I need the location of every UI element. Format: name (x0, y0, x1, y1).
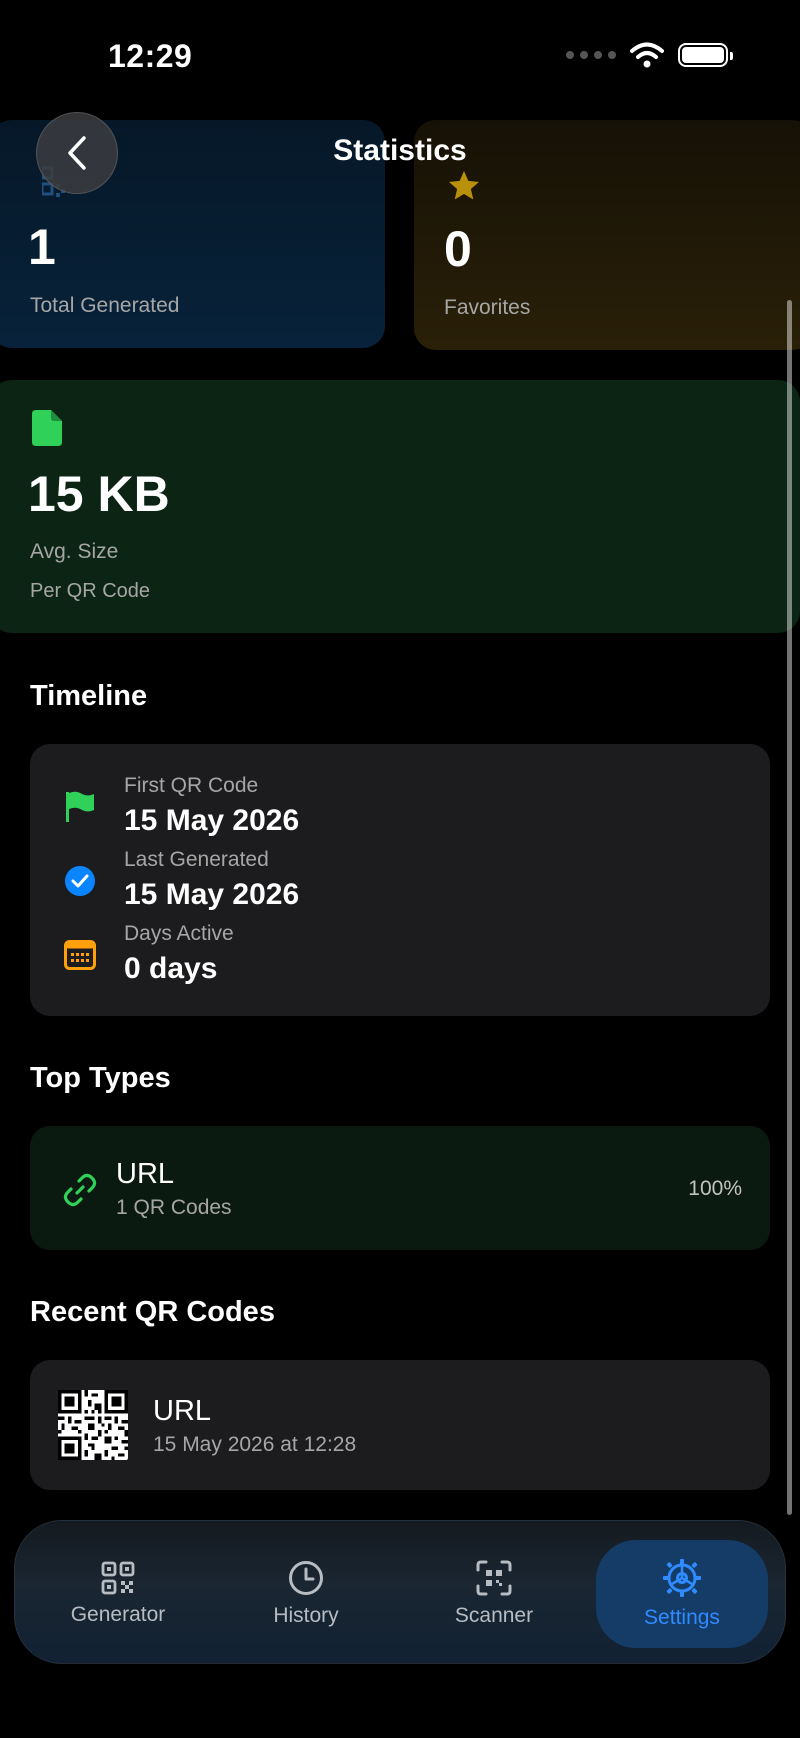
checkmark-circle-icon (65, 866, 95, 896)
timeline-value: 15 May 2026 (124, 804, 300, 837)
timeline-label: Days Active (124, 922, 234, 945)
wifi-icon (630, 42, 664, 68)
flag-icon (66, 791, 94, 822)
page-title: Statistics (333, 134, 467, 167)
favorites-label: Favorites (444, 296, 531, 319)
top-types-section-title: Top Types (30, 1062, 171, 1094)
favorites-value: 0 (444, 221, 472, 277)
tab-label: Generator (70, 1603, 166, 1626)
type-count: 1 QR Codes (116, 1196, 232, 1219)
type-name: URL (116, 1158, 175, 1190)
recent-qr-row[interactable] (30, 1360, 770, 1490)
clock-icon (289, 1561, 323, 1595)
total-generated-value: 1 (28, 219, 56, 275)
total-generated-label: Total Generated (30, 294, 180, 317)
battery-icon (678, 43, 733, 67)
gear-icon (663, 1559, 701, 1597)
tab-settings[interactable]: Settings (596, 1540, 768, 1648)
recent-item-name: URL (153, 1395, 212, 1427)
scrollbar[interactable] (787, 300, 792, 1515)
timeline-label: First QR Code (124, 774, 259, 797)
tab-scanner[interactable]: Scanner (408, 1540, 580, 1648)
signal-dots-icon (566, 51, 616, 59)
timeline-section-title: Timeline (30, 680, 148, 712)
avg-size-label: Avg. Size (30, 540, 119, 563)
tab-label: History (273, 1604, 339, 1627)
avg-size-sublabel: Per QR Code (30, 580, 151, 602)
tab-label: Scanner (454, 1604, 534, 1627)
tab-generator[interactable]: Generator (32, 1540, 204, 1648)
calendar-icon (64, 940, 96, 970)
type-percent: 100% (688, 1177, 742, 1200)
star-icon (449, 171, 479, 200)
status-icons (566, 42, 733, 68)
tab-label: Settings (644, 1606, 720, 1629)
qr-code-thumbnail (58, 1390, 128, 1460)
qr-grid-icon (101, 1561, 135, 1595)
status-time: 12:29 (108, 38, 193, 74)
timeline-value: 0 days (124, 952, 218, 985)
recent-section-title: Recent QR Codes (30, 1296, 275, 1328)
document-icon (32, 410, 62, 446)
recent-item-date: 15 May 2026 at 12:28 (153, 1433, 357, 1456)
link-icon (63, 1173, 97, 1207)
qr-scan-icon (476, 1560, 512, 1596)
tab-history[interactable]: History (220, 1540, 392, 1648)
timeline-value: 15 May 2026 (124, 878, 300, 911)
timeline-label: Last Generated (124, 848, 269, 871)
avg-size-value: 15 KB (28, 466, 170, 522)
